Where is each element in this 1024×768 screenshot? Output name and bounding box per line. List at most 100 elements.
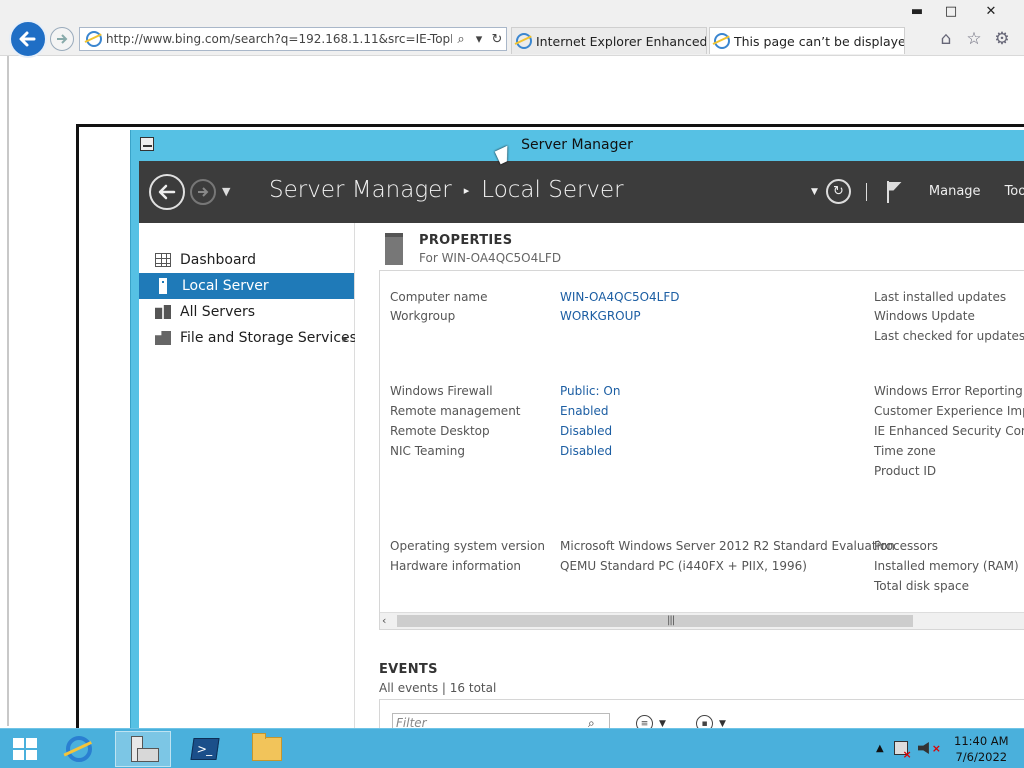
tab-page-not-displayed[interactable]: This page can’t be displayed ✕ [709, 27, 905, 54]
property-label: Workgroup [390, 309, 456, 323]
taskbar-server-manager[interactable] [115, 731, 171, 767]
history-dropdown-icon[interactable]: ▼ [222, 185, 230, 198]
refresh-icon[interactable]: ↻ [825, 179, 851, 204]
ie-favicon-icon [516, 33, 532, 49]
manage-menu[interactable]: Manage [929, 184, 981, 199]
nav-item-label: File and Storage Services [180, 330, 357, 346]
nic-teaming-link[interactable]: Disabled [560, 444, 612, 458]
tools-menu[interactable]: Tools [1005, 184, 1024, 199]
windows-logo-icon [13, 738, 24, 748]
page-edge [7, 56, 9, 726]
property-label: Hardware information [390, 559, 522, 573]
property-label: Processors [874, 539, 939, 553]
network-icon[interactable] [893, 741, 912, 761]
sm-titlebar[interactable]: Server Manager [131, 130, 1024, 161]
sm-body: ▼ Server Manager ▸ Local Server ▼ ↻ Mana… [139, 161, 1024, 730]
gear-icon[interactable]: ⚙ [992, 29, 1012, 49]
sm-forward-button[interactable] [190, 179, 216, 205]
property-label: Installed memory (RAM) [874, 559, 1019, 573]
close-button[interactable]: ✕ [968, 0, 1014, 22]
property-label: NIC Teaming [390, 444, 465, 458]
window-controls: ▬ □ ✕ [900, 0, 1014, 22]
dropdown-icon[interactable]: ▾ [470, 32, 488, 47]
property-label: Operating system version [390, 539, 545, 553]
maximize-button[interactable]: □ [934, 0, 968, 22]
arrow-right-icon [57, 34, 68, 44]
workgroup-link[interactable]: WORKGROUP [560, 309, 641, 323]
breadcrumb-root[interactable]: Server Manager [269, 177, 452, 203]
properties-panel: Computer name WIN-OA4QC5O4LFD Last insta… [379, 270, 1024, 630]
events-subtitle: All events | 16 total [379, 681, 497, 695]
scroll-left-icon[interactable]: ‹ [382, 614, 386, 627]
clock-date: 7/6/2022 [955, 750, 1008, 764]
local-server-icon [159, 278, 167, 294]
breadcrumb: Server Manager ▸ Local Server [269, 177, 624, 203]
property-label: Customer Experience Improv [874, 404, 1024, 418]
properties-subtitle: For WIN-OA4QC5O4LFD [419, 251, 562, 265]
property-label: Time zone [874, 444, 936, 458]
header-divider [865, 182, 867, 201]
properties-header: PROPERTIES For WIN-OA4QC5O4LFD [385, 233, 561, 265]
property-label: Remote management [390, 404, 521, 418]
forward-button[interactable] [50, 27, 74, 51]
address-url[interactable]: http://www.bing.com/search?q=192.168.1.1… [106, 32, 452, 46]
server-icon [385, 233, 403, 265]
tab-label: Internet Explorer Enhanced Se... [536, 33, 707, 49]
refresh-icon[interactable]: ↻ [488, 32, 506, 47]
sm-header-actions: ▼ ↻ Manage Tools [811, 179, 1024, 204]
computer-name-link[interactable]: WIN-OA4QC5O4LFD [560, 290, 680, 304]
powershell-icon: >_ [190, 738, 220, 760]
nav-item-label: All Servers [180, 304, 256, 320]
server-manager-icon [129, 736, 159, 762]
back-button[interactable] [9, 20, 47, 58]
property-label: Last installed updates [874, 290, 1007, 304]
nav-item-file-storage-services[interactable]: File and Storage Services ▸ [139, 325, 357, 351]
events-panel: Filter ⌕ ≡ ▼ ▪ ▼ [379, 699, 1024, 730]
volume-icon[interactable] [917, 742, 929, 754]
internet-explorer-icon [66, 736, 92, 762]
sm-header: ▼ Server Manager ▸ Local Server ▼ ↻ Mana… [139, 161, 1024, 223]
nav-item-all-servers[interactable]: All Servers [139, 299, 354, 325]
show-hidden-icons-icon[interactable]: ▲ [876, 743, 884, 754]
start-button[interactable] [13, 738, 37, 760]
remote-management-link[interactable]: Enabled [560, 404, 609, 418]
nav-item-label: Local Server [182, 278, 269, 294]
windows-logo-icon [26, 750, 37, 760]
remote-desktop-link[interactable]: Disabled [560, 424, 612, 438]
property-label: Windows Error Reporting [874, 384, 1023, 398]
sm-navigation: Dashboard Local Server All Servers File … [139, 223, 357, 730]
favorites-icon[interactable]: ☆ [964, 29, 984, 49]
taskbar-file-explorer[interactable] [239, 731, 295, 767]
file-storage-icon [155, 331, 171, 345]
nav-item-local-server[interactable]: Local Server [139, 273, 354, 299]
folder-icon [252, 733, 282, 761]
tab-ie-enhanced-security[interactable]: Internet Explorer Enhanced Se... [511, 27, 707, 54]
firewall-link[interactable]: Public: On [560, 384, 620, 398]
hardware-info-value: QEMU Standard PC (i440FX + PIIX, 1996) [560, 559, 807, 573]
ie-titlebar: ▬ □ ✕ http://www.bing.com/search?q=192.1… [0, 0, 1024, 58]
expand-chevron-icon[interactable]: ▸ [342, 332, 348, 345]
horizontal-scrollbar[interactable]: ‹ ||| [380, 612, 1024, 629]
notifications-flag-icon[interactable] [885, 180, 905, 203]
property-label: Product ID [874, 464, 937, 478]
taskbar-powershell[interactable]: >_ [177, 731, 233, 767]
minimize-button[interactable]: ▬ [900, 0, 934, 22]
clock[interactable]: 11:40 AM 7/6/2022 [954, 733, 1009, 765]
refresh-dropdown-icon[interactable]: ▼ [811, 187, 818, 197]
nav-item-dashboard[interactable]: Dashboard [139, 247, 354, 273]
property-label: Last checked for updates [874, 329, 1024, 343]
system-tray: ▲ × [876, 741, 941, 761]
scrollbar-grip-icon: ||| [667, 615, 675, 626]
home-icon[interactable]: ⌂ [936, 29, 956, 49]
chevron-down-icon: ▼ [719, 718, 726, 729]
chevron-down-icon: ▼ [659, 718, 666, 729]
scrollbar-thumb[interactable]: ||| [397, 615, 913, 627]
search-icon[interactable]: ⌕ [452, 32, 470, 47]
ie-toolbar: ⌂ ☆ ⚙ [936, 29, 1012, 49]
sm-back-button[interactable] [149, 174, 185, 210]
tab-label: This page can’t be displayed [734, 33, 905, 49]
breadcrumb-separator-icon: ▸ [463, 183, 470, 197]
address-bar[interactable]: http://www.bing.com/search?q=192.168.1.1… [79, 27, 507, 51]
taskbar: >_ ▲ × 11:40 AM 7/6/2022 [0, 728, 1024, 768]
taskbar-internet-explorer[interactable] [51, 731, 107, 767]
